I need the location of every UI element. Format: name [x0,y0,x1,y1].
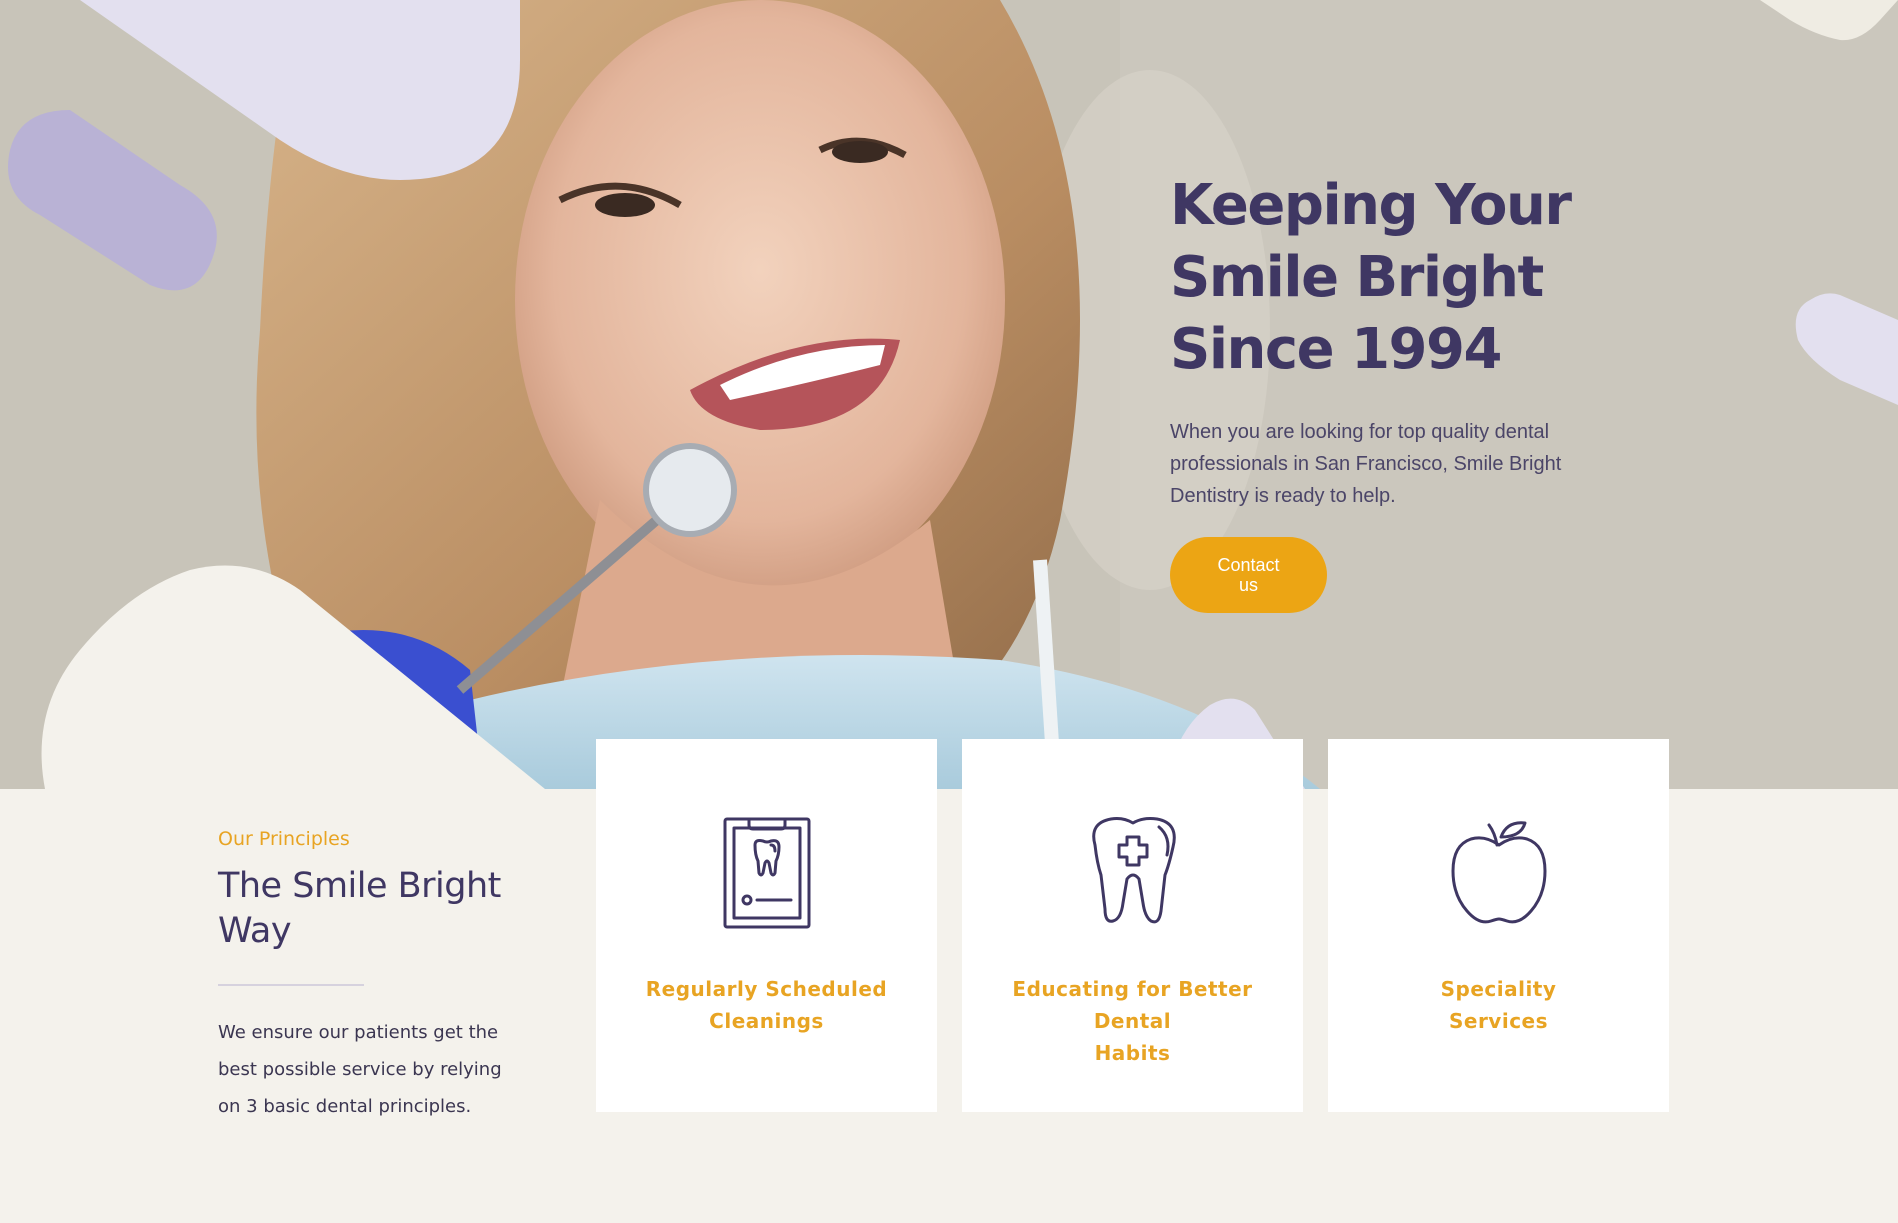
card-label: Regularly Scheduled Cleanings [617,973,917,1037]
principles-eyebrow: Our Principles [218,828,350,850]
card-label-line: Services [1448,1009,1549,1033]
card-label-line: Habits [1094,1041,1171,1065]
decor-blob-top-right [1760,0,1898,41]
card-label: Educating for Better Dental Habits [973,973,1293,1069]
principles-description-line: We ensure our patients get the [218,1022,499,1043]
decor-blob-right [1795,293,1898,405]
principles-description-line: on 3 basic dental principles. [218,1096,472,1117]
principles-intro: Our Principles The Smile Bright Way We e… [218,828,518,1125]
decor-blob-bottom-left [41,565,546,789]
hero-section: Keeping Your Smile Bright Since 1994 Whe… [0,0,1898,789]
principle-card-speciality[interactable]: Speciality Services [1328,739,1669,1112]
card-label-line: Educating for Better Dental [1012,977,1253,1033]
principles-title-line: The Smile Bright [218,866,501,906]
hero-description-line: Dentistry is ready to help. [1170,485,1396,507]
hero-description: When you are looking for top quality den… [1170,416,1590,512]
contact-button-label-line: Contact [1217,555,1280,575]
card-label-line: Cleanings [709,1009,824,1033]
contact-button-label-line: us [1238,575,1258,595]
hero-title: Keeping Your Smile Bright Since 1994 [1170,170,1590,386]
principle-card-education[interactable]: Educating for Better Dental Habits [962,739,1303,1112]
principle-card-cleanings[interactable]: Regularly Scheduled Cleanings [596,739,937,1112]
hero-description-line: professionals in San Francisco, Smile Br… [1170,453,1562,475]
contact-us-button[interactable]: Contact us [1170,537,1327,613]
hero-text-block: Keeping Your Smile Bright Since 1994 Whe… [1170,170,1590,512]
card-label: Speciality Services [1349,973,1649,1037]
tooth-clipboard-icon [723,817,810,929]
principles-divider [218,984,364,986]
hero-title-line: Smile Bright [1170,245,1544,310]
tooth-cross-icon [1091,817,1176,924]
decor-blob-top-left [8,0,520,291]
apple-icon [1451,821,1546,924]
hero-title-line: Keeping Your [1170,173,1572,238]
hero-description-line: When you are looking for top quality den… [1170,421,1550,443]
card-label-line: Speciality [1440,977,1557,1001]
hero-title-line: Since 1994 [1170,317,1502,382]
principles-description: We ensure our patients get the best poss… [218,1014,518,1125]
principles-title: The Smile Bright Way [218,864,518,954]
principles-title-line: Way [218,911,292,951]
card-label-line: Regularly Scheduled [645,977,888,1001]
principles-description-line: best possible service by relying [218,1059,502,1080]
